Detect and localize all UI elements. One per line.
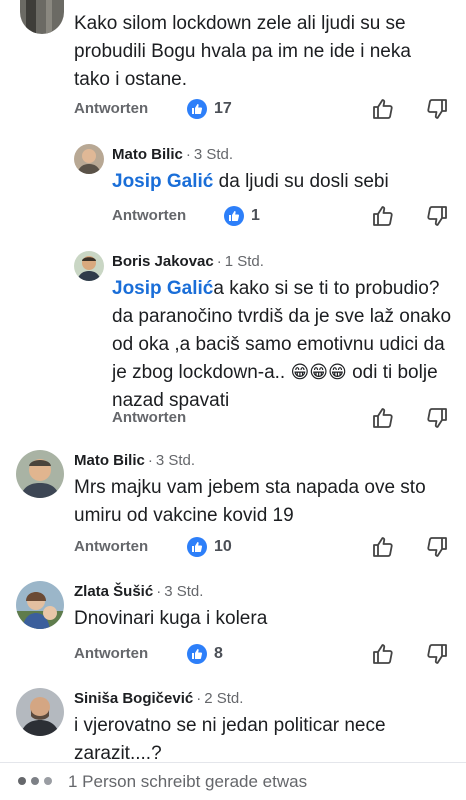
comment-text: Kako silom lockdown zele ali ljudi su se… — [74, 13, 411, 90]
comment-text: Josip Galić da ljudi su dosli sebi — [112, 171, 389, 192]
avatar[interactable] — [20, 0, 64, 34]
like-count-badge[interactable]: 10 — [187, 537, 232, 557]
comment-author[interactable]: Siniša Bogičević — [74, 690, 193, 707]
comment-author[interactable]: Mato Bilic — [112, 146, 183, 163]
typing-dots-icon — [18, 777, 52, 785]
avatar[interactable] — [16, 450, 64, 498]
upvote-icon[interactable] — [371, 535, 395, 559]
mention-link[interactable]: Josip Galić — [112, 278, 213, 299]
downvote-icon[interactable] — [425, 406, 449, 430]
like-count: 10 — [214, 538, 232, 555]
typing-indicator-text: 1 Person schreibt gerade etwas — [68, 772, 308, 791]
comment-time[interactable]: 2 Std. — [204, 690, 243, 707]
typing-indicator-bar: 1 Person schreibt gerade etwas — [0, 762, 466, 800]
like-icon — [224, 206, 244, 226]
like-count: 8 — [214, 645, 223, 662]
avatar[interactable] — [74, 144, 104, 174]
like-count-badge[interactable]: 8 — [187, 644, 223, 664]
comment-author[interactable]: Zlata Šušić — [74, 583, 153, 600]
comment-author[interactable]: Mato Bilic — [74, 452, 145, 469]
downvote-icon[interactable] — [425, 204, 449, 228]
avatar[interactable] — [74, 251, 104, 281]
comment-time[interactable]: 3 Std. — [194, 146, 233, 163]
like-icon — [187, 537, 207, 557]
like-count: 17 — [214, 100, 232, 117]
downvote-icon[interactable] — [425, 642, 449, 666]
like-count-badge[interactable]: 17 — [187, 99, 232, 119]
upvote-icon[interactable] — [371, 406, 395, 430]
reply-button[interactable]: Antworten — [74, 538, 148, 555]
mention-link[interactable]: Josip Galić — [112, 171, 213, 192]
avatar[interactable] — [16, 688, 64, 736]
comment-text: i vjerovatno se ni jedan politicar nece … — [74, 715, 386, 764]
comment-author[interactable]: Boris Jakovac — [112, 253, 214, 270]
comment-time[interactable]: 3 Std. — [156, 452, 195, 469]
downvote-icon[interactable] — [425, 97, 449, 121]
comment-text: Mrs majku vam jebem sta napada ove sto u… — [74, 477, 426, 526]
downvote-icon[interactable] — [425, 535, 449, 559]
upvote-icon[interactable] — [371, 204, 395, 228]
like-count: 1 — [251, 207, 260, 224]
like-icon — [187, 99, 207, 119]
like-count-badge[interactable]: 1 — [224, 206, 260, 226]
comment-text: Josip Galića kako si se ti to probudio? … — [112, 278, 452, 411]
avatar[interactable] — [16, 581, 64, 629]
upvote-icon[interactable] — [371, 642, 395, 666]
reply-button[interactable]: Antworten — [74, 100, 148, 117]
reply-button[interactable]: Antworten — [112, 409, 186, 426]
grinning-emoji-icon: 😁😁😁 — [290, 362, 347, 383]
reply-button[interactable]: Antworten — [74, 645, 148, 662]
like-icon — [187, 644, 207, 664]
comment-time[interactable]: 3 Std. — [164, 583, 203, 600]
comment-text: Dnovinari kuga i kolera — [74, 608, 268, 629]
reply-button[interactable]: Antworten — [112, 207, 186, 224]
comment-time[interactable]: 1 Std. — [225, 253, 264, 270]
upvote-icon[interactable] — [371, 97, 395, 121]
